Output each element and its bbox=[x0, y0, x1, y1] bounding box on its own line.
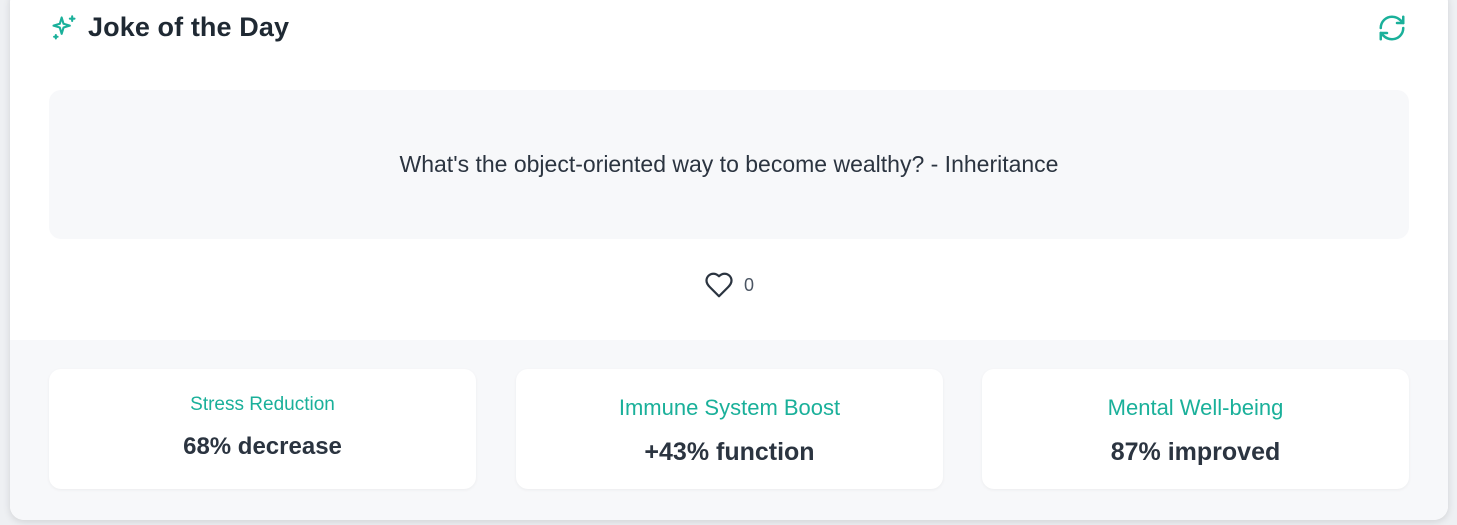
title-group: Joke of the Day bbox=[50, 12, 289, 43]
heart-icon bbox=[705, 272, 733, 298]
refresh-icon bbox=[1379, 15, 1405, 41]
like-row: 0 bbox=[10, 270, 1448, 300]
joke-card: Joke of the Day What's the object-orient… bbox=[10, 0, 1448, 520]
refresh-button[interactable] bbox=[1376, 12, 1408, 44]
stat-label: Mental Well-being bbox=[1107, 395, 1284, 420]
like-button[interactable] bbox=[704, 270, 734, 300]
stat-value: 68% decrease bbox=[183, 433, 342, 460]
joke-panel: What's the object-oriented way to become… bbox=[49, 90, 1409, 239]
stat-value: +43% function bbox=[644, 438, 815, 466]
page-title: Joke of the Day bbox=[88, 12, 290, 42]
stats-section: Stress Reduction 68% decrease Immune Sys… bbox=[10, 340, 1448, 520]
stat-value: 87% improved bbox=[1110, 438, 1281, 466]
stat-card-mental: Mental Well-being 87% improved bbox=[982, 369, 1409, 489]
stat-card-stress: Stress Reduction 68% decrease bbox=[49, 369, 476, 489]
sparkles-icon bbox=[52, 14, 76, 40]
card-header: Joke of the Day bbox=[10, 0, 1448, 60]
stat-label: Stress Reduction bbox=[190, 394, 335, 415]
stat-label: Immune System Boost bbox=[618, 395, 841, 420]
stat-card-immune: Immune System Boost +43% function bbox=[516, 369, 943, 489]
like-count: 0 bbox=[743, 274, 754, 295]
joke-text: What's the object-oriented way to become… bbox=[399, 151, 1059, 177]
